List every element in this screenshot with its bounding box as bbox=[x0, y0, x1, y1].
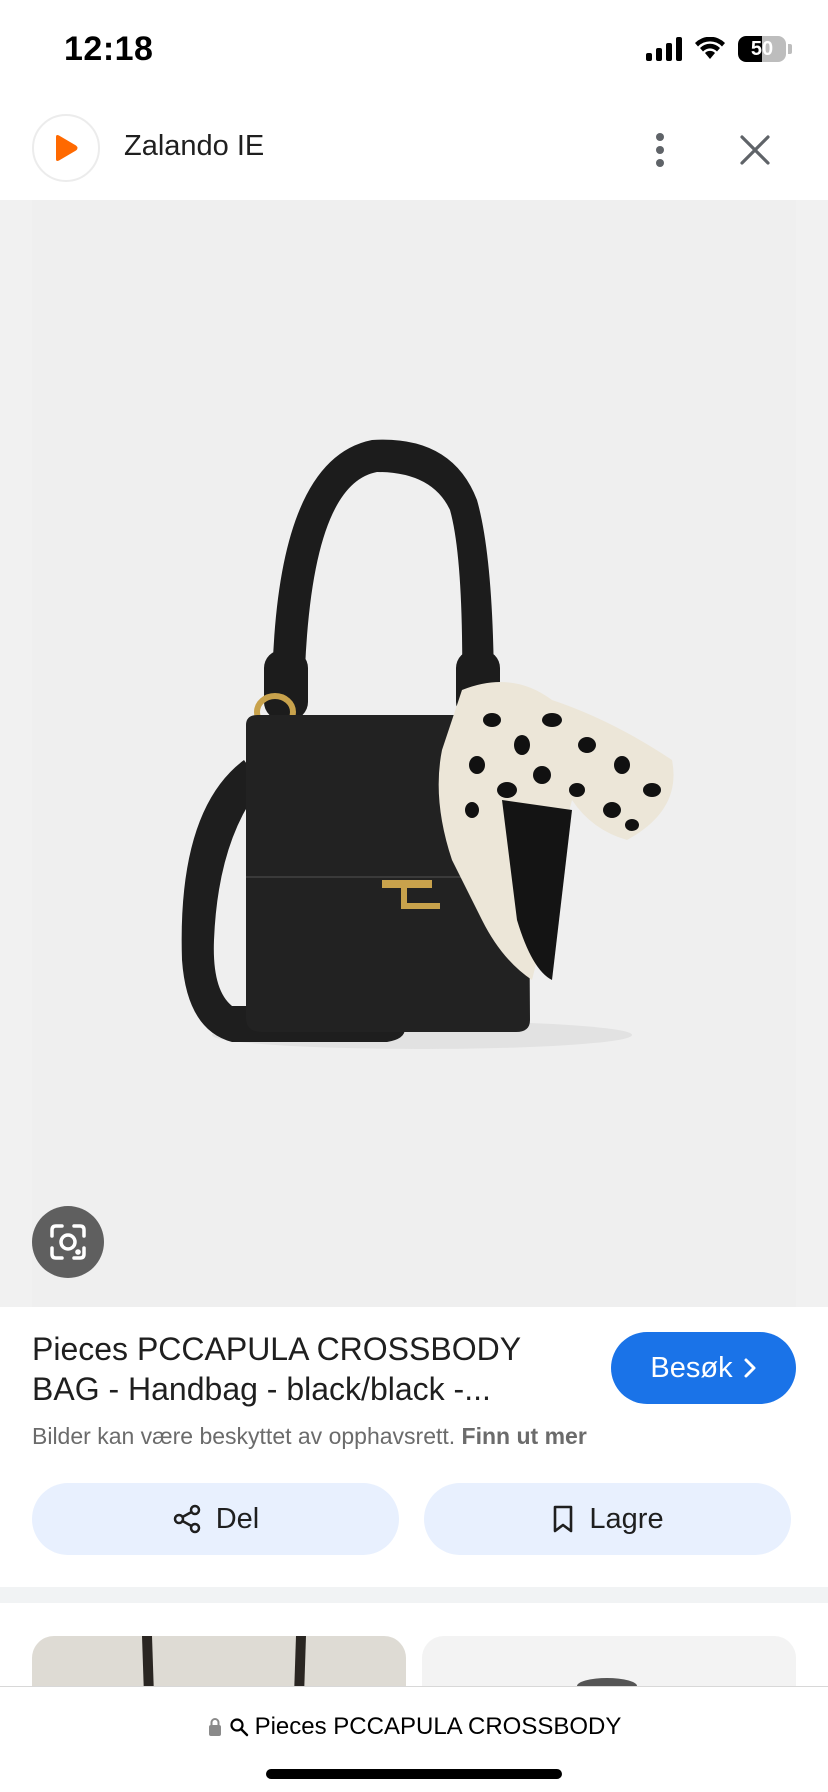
home-indicator[interactable] bbox=[266, 1769, 562, 1779]
share-button-label: Del bbox=[215, 1502, 260, 1535]
battery-level: 50 bbox=[750, 37, 774, 60]
save-button-label: Lagre bbox=[589, 1502, 664, 1535]
wifi-icon bbox=[695, 37, 725, 59]
zalando-logo-icon bbox=[46, 128, 86, 168]
battery-icon: 50 bbox=[738, 36, 786, 62]
viewer-header: Zalando IE bbox=[0, 100, 828, 200]
close-icon bbox=[740, 135, 770, 165]
visit-button-label: Besøk bbox=[650, 1351, 733, 1384]
share-icon bbox=[173, 1504, 200, 1534]
signal-icon bbox=[646, 37, 682, 61]
status-bar: 12:18 50 bbox=[0, 0, 828, 100]
learn-more-link[interactable]: Finn ut mer bbox=[462, 1423, 587, 1449]
bookmark-icon bbox=[554, 1505, 573, 1533]
handbag-image bbox=[181, 439, 674, 1049]
url-query: Pieces PCCAPULA CROSSBODY bbox=[254, 1713, 622, 1740]
search-icon bbox=[229, 1718, 248, 1737]
url-bar[interactable]: Pieces PCCAPULA CROSSBODY bbox=[0, 1686, 828, 1792]
share-button[interactable]: Del bbox=[32, 1483, 399, 1555]
status-icons: 50 bbox=[646, 34, 792, 64]
google-lens-button[interactable] bbox=[32, 1206, 104, 1278]
save-button[interactable]: Lagre bbox=[424, 1483, 791, 1555]
product-info-panel: Pieces PCCAPULA CROSSBODY BAG - Handbag … bbox=[0, 1307, 828, 1587]
product-image[interactable] bbox=[32, 200, 796, 1307]
status-time: 12:18 bbox=[64, 30, 154, 68]
image-viewer bbox=[0, 200, 828, 1307]
url-content[interactable]: Pieces PCCAPULA CROSSBODY bbox=[0, 1713, 828, 1741]
google-lens-icon bbox=[50, 1224, 86, 1260]
product-title[interactable]: Pieces PCCAPULA CROSSBODY BAG - Handbag … bbox=[32, 1329, 572, 1409]
more-vert-icon bbox=[656, 133, 664, 167]
copyright-text: Bilder kan være beskyttet av opphavsrett… bbox=[32, 1423, 456, 1449]
more-options-button[interactable] bbox=[640, 120, 680, 180]
lock-icon bbox=[208, 1718, 221, 1736]
visit-button[interactable]: Besøk bbox=[611, 1332, 796, 1404]
copyright-notice: Bilder kan være beskyttet av opphavsrett… bbox=[32, 1423, 587, 1450]
chevron-right-icon bbox=[744, 1358, 756, 1378]
close-button[interactable] bbox=[730, 120, 780, 180]
section-divider bbox=[0, 1587, 828, 1603]
site-favicon[interactable] bbox=[32, 114, 100, 182]
site-name[interactable]: Zalando IE bbox=[124, 130, 264, 163]
